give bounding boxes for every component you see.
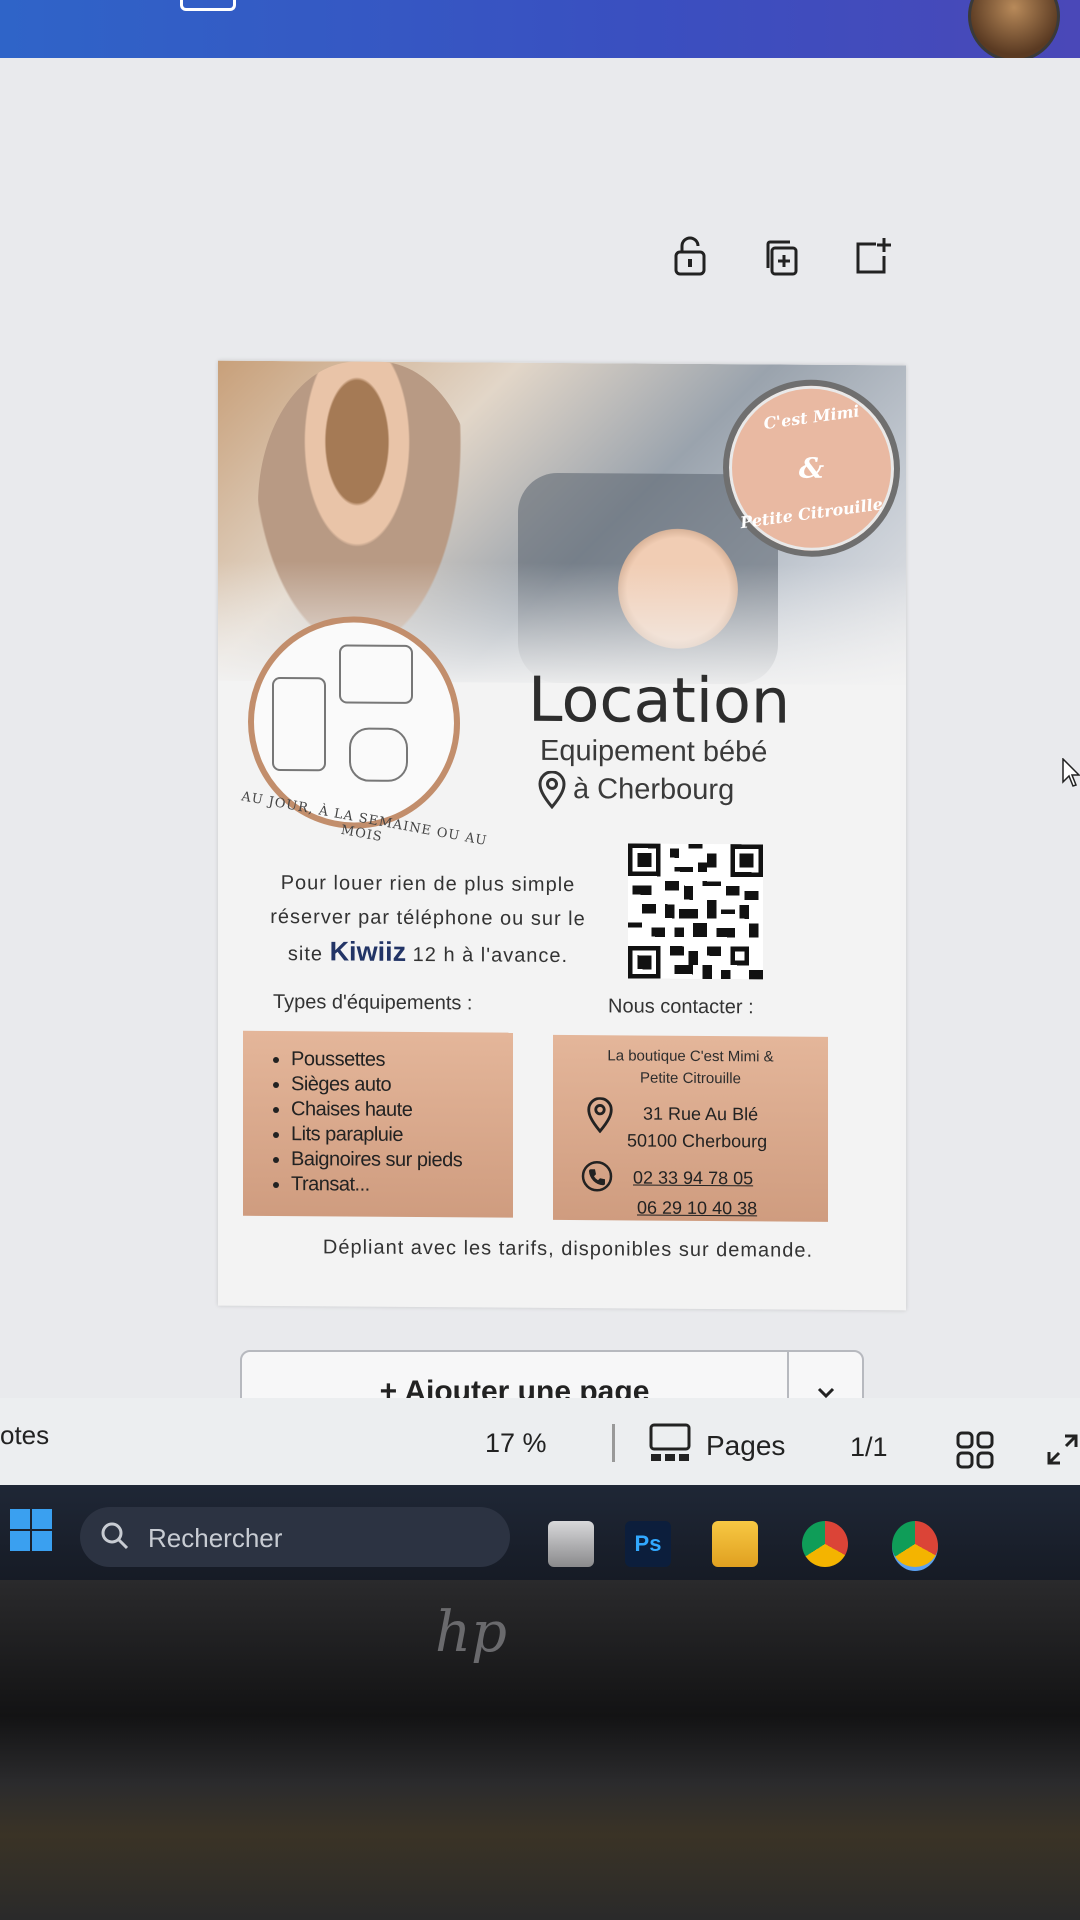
title-bar-tab[interactable] — [180, 0, 236, 11]
duplicate-page-icon[interactable] — [760, 236, 804, 280]
screen: C'est Mimi & Petite Citrouille AU JOUR, … — [0, 0, 1080, 1500]
logo-ampersand: & — [798, 451, 825, 485]
address-line-1: 31 Rue Au Blé — [643, 1103, 759, 1125]
list-item: Poussettes — [291, 1047, 513, 1074]
bouncer-icon — [339, 644, 413, 704]
intro-end: 12 h à l'avance. — [412, 943, 569, 968]
photoshop-icon[interactable]: Ps — [625, 1521, 671, 1567]
list-item: Baignoires sur pieds — [291, 1147, 513, 1174]
windows-start-icon[interactable] — [8, 1507, 54, 1553]
search-placeholder: Rechercher — [148, 1523, 283, 1553]
mouse-cursor-icon — [1062, 757, 1080, 790]
contact-box: La boutique C'est Mimi & Petite Citrouil… — [553, 1034, 828, 1222]
phone-number-1: 02 33 94 78 05 — [633, 1167, 754, 1189]
intro-site: site — [287, 943, 323, 966]
list-item: Sièges auto — [291, 1072, 513, 1099]
logo-text-bottom: Petite Citrouille — [739, 494, 884, 533]
poster-title: Location — [528, 662, 791, 738]
phone-icon — [581, 1160, 613, 1192]
list-item: Chaises haute — [291, 1097, 513, 1124]
shop-name-line-1: La boutique C'est Mimi & — [607, 1047, 774, 1066]
pages-button[interactable]: Pages — [706, 1430, 785, 1462]
qr-code — [628, 843, 763, 980]
search-icon — [100, 1521, 130, 1551]
intro-line-3: site Kiwiiz 12 h à l'avance. — [238, 934, 618, 974]
editor-canvas: C'est Mimi & Petite Citrouille AU JOUR, … — [0, 58, 1080, 1434]
equipment-list-box: Poussettes Sièges auto Chaises haute Lit… — [243, 1030, 513, 1218]
app-title-bar — [0, 0, 1080, 62]
types-heading: Types d'équipements : — [273, 990, 473, 1015]
phone-number-2: 06 29 10 40 38 — [637, 1197, 758, 1219]
add-page-icon[interactable] — [850, 234, 894, 278]
list-item: Transat... — [291, 1172, 513, 1199]
stroller-icon — [272, 676, 326, 772]
grid-view-icon[interactable] — [955, 1430, 995, 1470]
notes-button[interactable]: otes — [0, 1420, 49, 1451]
shop-name: La boutique C'est Mimi & Petite Citrouil… — [553, 1045, 828, 1091]
hp-logo: hp — [435, 1600, 507, 1665]
folder-icon[interactable] — [712, 1521, 758, 1567]
chrome-icon[interactable] — [802, 1521, 848, 1567]
poster-subtitle: Equipement bébé — [540, 734, 768, 769]
fullscreen-icon[interactable] — [1045, 1432, 1080, 1467]
intro-line-1: Pour louer rien de plus simple — [280, 872, 576, 897]
intro-text: Pour louer rien de plus simple réserver … — [238, 866, 618, 974]
logo-text-top: C'est Mimi — [762, 401, 861, 434]
kiwiiz-brand: Kiwiiz — [329, 936, 407, 967]
file-explorer-icon[interactable] — [548, 1521, 594, 1567]
status-separator — [612, 1424, 615, 1462]
address-line-2: 50100 Cherbourg — [627, 1130, 768, 1152]
taskbar: Rechercher Ps — [0, 1485, 1080, 1580]
shop-logo: C'est Mimi & Petite Citrouille — [723, 379, 900, 558]
page-count: 1/1 — [850, 1432, 888, 1462]
address-pin-icon — [585, 1097, 615, 1134]
laptop-bezel — [0, 1580, 1080, 1920]
car-seat-icon — [349, 727, 408, 782]
pages-icon[interactable] — [648, 1422, 692, 1464]
location-pin-icon — [536, 770, 568, 810]
poster-city: à Cherbourg — [573, 773, 735, 807]
list-item: Lits parapluie — [291, 1122, 513, 1149]
intro-line-2: réserver par téléphone ou sur le — [270, 905, 586, 931]
shop-name-line-2: Petite Citrouille — [640, 1069, 741, 1088]
avatar[interactable] — [968, 0, 1060, 62]
design-page[interactable]: C'est Mimi & Petite Citrouille AU JOUR, … — [218, 360, 906, 1311]
zoom-level[interactable]: 17 % — [485, 1428, 547, 1459]
lock-open-icon[interactable] — [668, 234, 712, 278]
chrome-profile-icon[interactable] — [892, 1521, 938, 1571]
taskbar-search[interactable]: Rechercher — [80, 1507, 510, 1567]
equipment-list: Poussettes Sièges auto Chaises haute Lit… — [263, 1047, 513, 1199]
contact-heading: Nous contacter : — [608, 995, 754, 1019]
flyer-note: Dépliant avec les tarifs, disponibles su… — [322, 1236, 814, 1262]
